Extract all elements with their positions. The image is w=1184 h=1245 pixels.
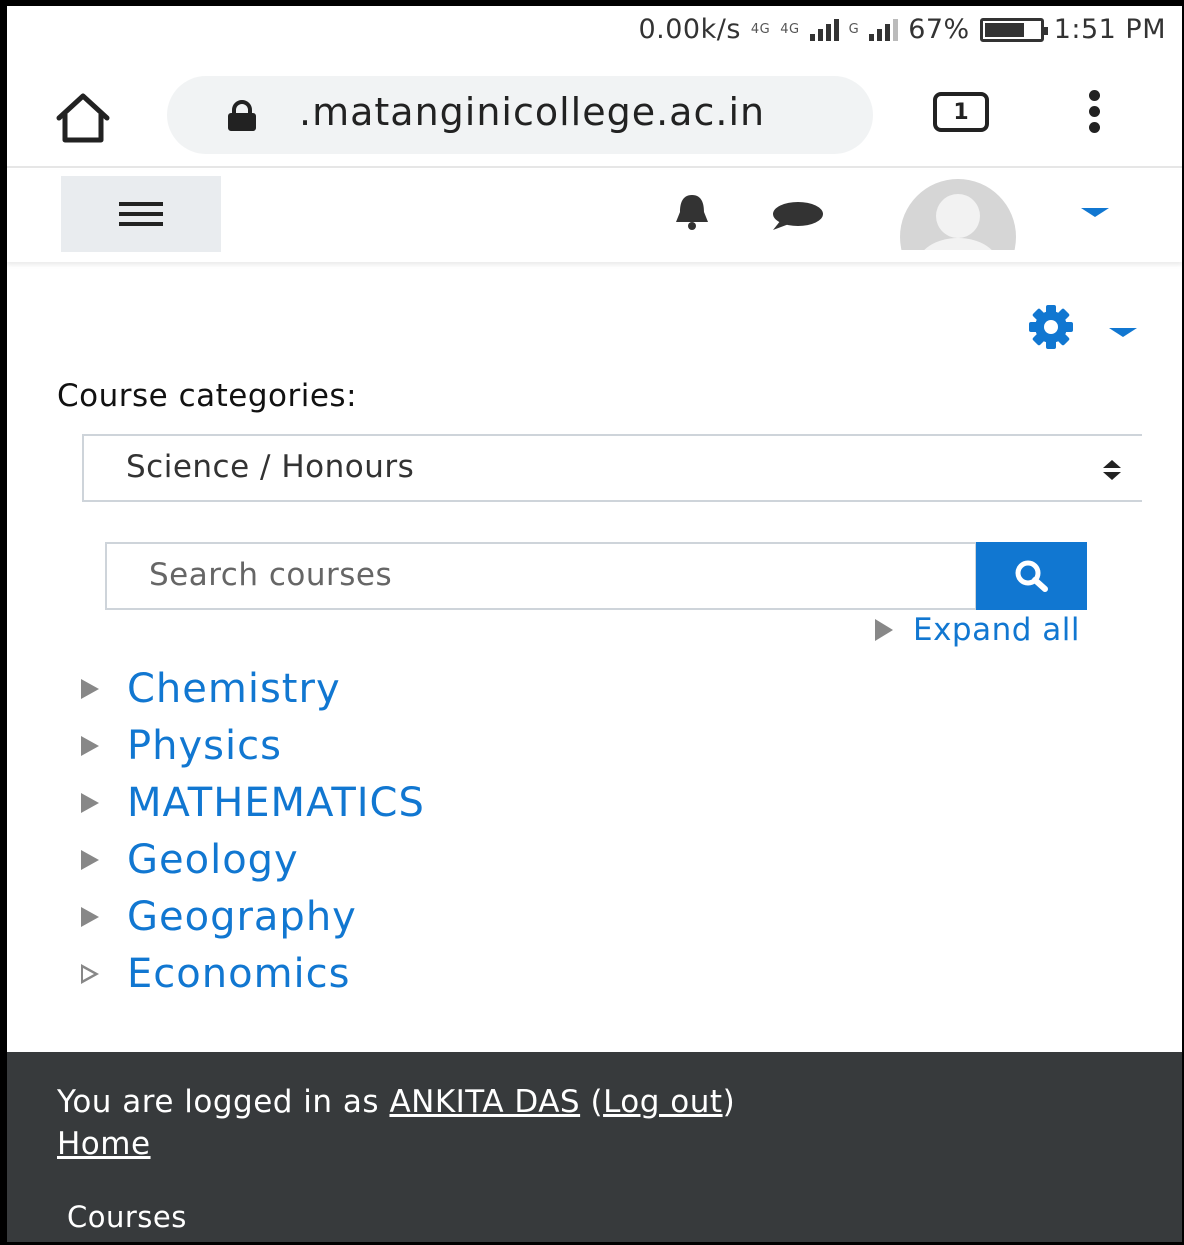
list-item[interactable]: Economics (81, 945, 425, 1002)
message-icon[interactable] (767, 200, 825, 232)
settings-caret-icon[interactable] (1109, 328, 1137, 337)
search-icon (1015, 560, 1048, 592)
user-avatar[interactable] (899, 178, 1017, 250)
expand-all-link[interactable]: Expand all (875, 612, 1080, 648)
list-item[interactable]: Chemistry (81, 660, 425, 717)
login-prefix: You are logged in as (57, 1084, 380, 1120)
category-list: Chemistry Physics MATHEMATICS Geology Ge… (81, 660, 425, 1002)
category-link[interactable]: Economics (127, 951, 350, 997)
empty-triangle-icon (81, 963, 99, 984)
signal-icon (809, 18, 839, 41)
logout-link[interactable]: Log out (603, 1084, 723, 1120)
user-profile-link[interactable]: ANKITA DAS (389, 1084, 580, 1120)
search-placeholder: Search courses (149, 557, 393, 593)
category-label: Course categories: (57, 378, 358, 414)
nav-drawer-button[interactable] (61, 176, 221, 252)
collapsed-triangle-icon (81, 678, 99, 699)
page-footer: You are logged in as ANKITA DAS (Log out… (7, 1052, 1182, 1242)
battery-percent: 67% (908, 14, 970, 45)
battery-icon (979, 17, 1048, 42)
category-link[interactable]: Geology (127, 837, 299, 883)
login-info: You are logged in as ANKITA DAS (Log out… (57, 1084, 736, 1120)
status-bar: 0.00k/s 4G 4G G 67% 1:51 PM (7, 6, 1182, 64)
url-text: .matanginicollege.ac.in (299, 90, 766, 134)
address-bar[interactable]: .matanginicollege.ac.in (167, 76, 873, 154)
expand-all-label: Expand all (913, 612, 1081, 648)
collapsed-triangle-icon (81, 849, 99, 870)
home-link[interactable]: Home (57, 1126, 151, 1162)
net-type-label-2: G (848, 21, 860, 37)
search-input[interactable]: Search courses (105, 542, 977, 610)
tab-switcher-button[interactable]: 1 (933, 92, 989, 132)
list-item[interactable]: Geology (81, 831, 425, 888)
signal-icon-2 (869, 18, 899, 41)
volte-icon: 4G (750, 21, 771, 37)
category-link[interactable]: Chemistry (127, 666, 341, 712)
search-button[interactable] (976, 542, 1087, 610)
expand-triangle-icon (875, 619, 893, 641)
site-navbar (7, 170, 1182, 262)
gear-icon[interactable] (1015, 304, 1087, 350)
browser-toolbar: .matanginicollege.ac.in 1 (7, 64, 1182, 168)
category-select[interactable]: Science / Honours (82, 434, 1142, 502)
net-type-label: 4G (780, 21, 800, 37)
notification-bell-icon[interactable] (667, 192, 717, 232)
list-item[interactable]: Physics (81, 717, 425, 774)
collapsed-triangle-icon (81, 735, 99, 756)
clock: 1:51 PM (1053, 14, 1166, 45)
tab-count: 1 (953, 99, 969, 125)
category-link[interactable]: MATHEMATICS (127, 780, 425, 826)
network-speed: 0.00k/s (638, 14, 741, 45)
select-arrows-icon (1103, 460, 1121, 480)
collapsed-triangle-icon (81, 792, 99, 813)
category-link[interactable]: Physics (127, 723, 282, 769)
courses-heading: Courses (67, 1200, 187, 1234)
category-link[interactable]: Geography (127, 894, 357, 940)
list-item[interactable]: Geography (81, 888, 425, 945)
list-item[interactable]: MATHEMATICS (81, 774, 425, 831)
collapsed-triangle-icon (81, 906, 99, 927)
lock-icon (228, 100, 256, 131)
more-menu-icon[interactable] (1079, 90, 1109, 140)
home-icon[interactable] (51, 90, 115, 146)
category-select-value: Science / Honours (126, 449, 415, 485)
user-menu-caret-icon[interactable] (1081, 208, 1109, 217)
